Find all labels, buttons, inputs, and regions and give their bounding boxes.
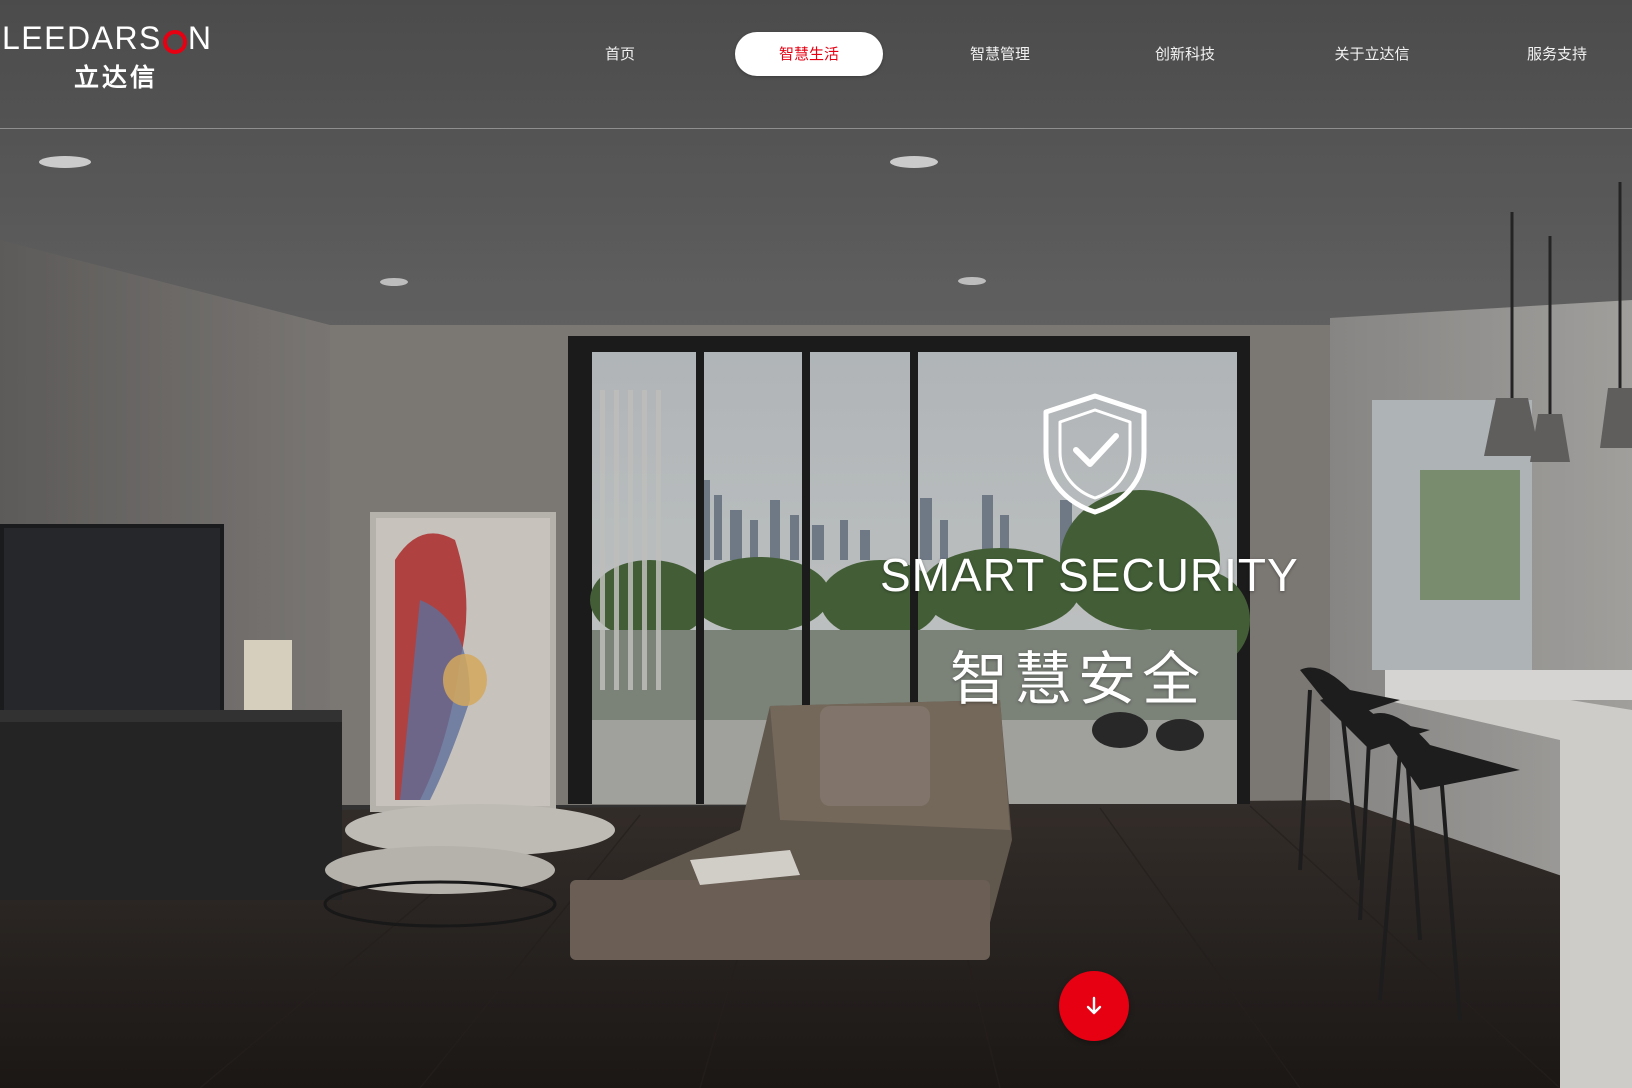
hero-title-en: SMART SECURITY [880,549,1299,601]
scroll-down-button[interactable] [1059,971,1129,1041]
brand-logo[interactable]: LEEDARSON 立达信 [0,18,250,92]
logo-wordmark-cn: 立达信 [74,63,159,92]
hero-title-cn: 智慧安全 [950,645,1207,713]
nav-item-support[interactable]: 服务支持 [1507,32,1607,76]
arrow-down-icon [1086,996,1102,1015]
nav-item-home[interactable]: 首页 [585,32,655,76]
nav-item-about[interactable]: 关于立达信 [1312,32,1432,76]
nav-item-smart-life[interactable]: 智慧生活 [735,32,883,76]
logo-ring-o: O [162,30,187,54]
nav-item-innovation[interactable]: 创新科技 [1135,32,1235,76]
site-header: LEEDARSON 立达信 首页 智慧生活 智慧管理 创新科技 关于立达信 服务… [0,0,1632,129]
shield-check-icon [1040,392,1150,516]
logo-wordmark-en: LEEDARSON [2,20,213,56]
nav-item-smart-management[interactable]: 智慧管理 [950,32,1050,76]
hero-background-image [0,0,1632,1088]
main-nav: 首页 智慧生活 智慧管理 创新科技 关于立达信 服务支持 [560,32,1632,76]
